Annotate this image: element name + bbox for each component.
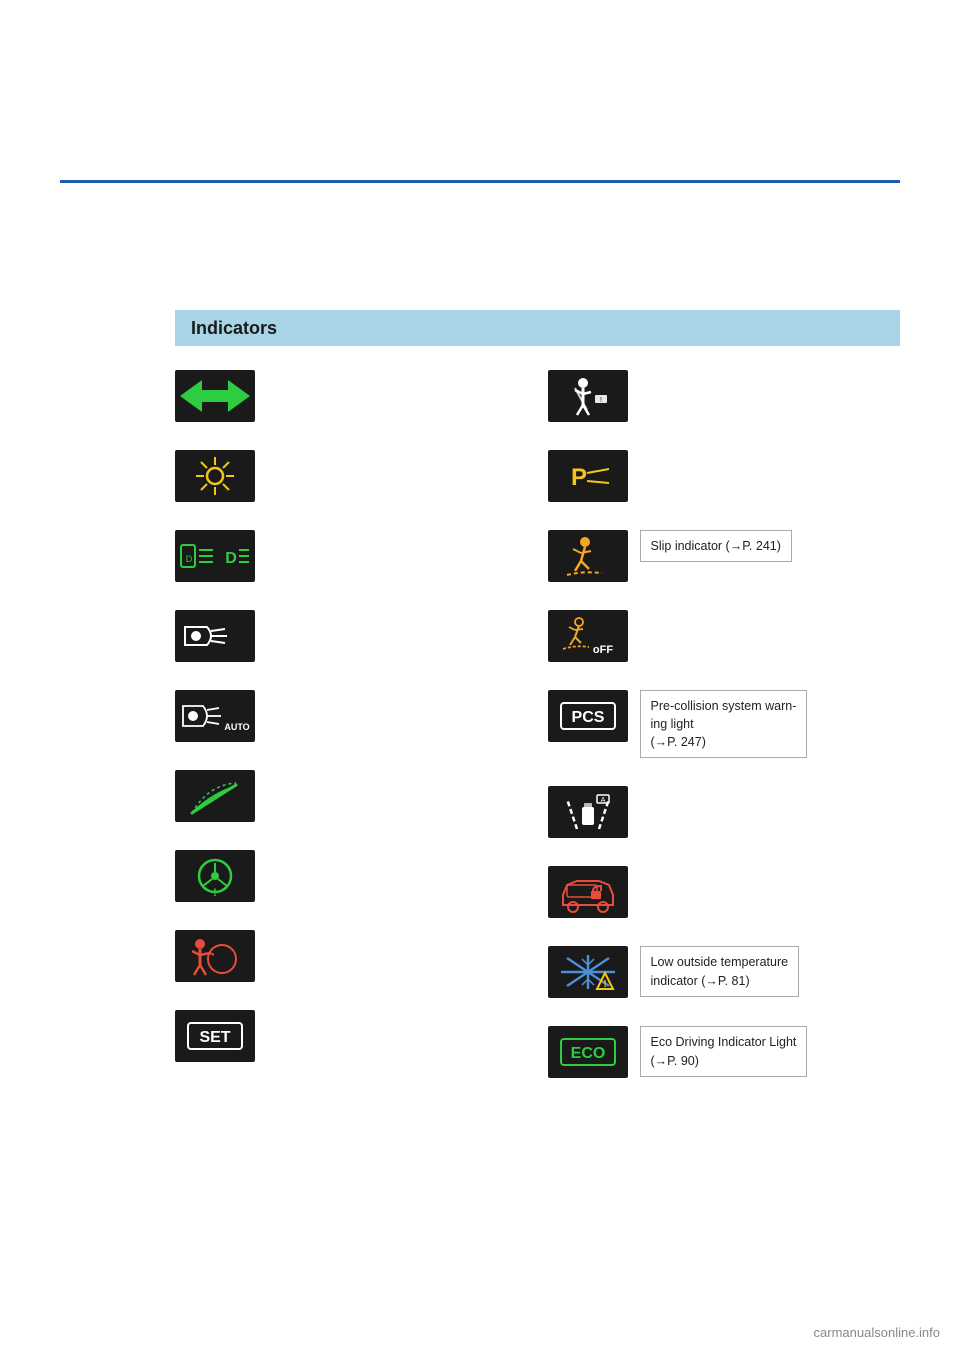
svg-text:D: D [225, 550, 237, 567]
vsc-off-icon: oFF [548, 610, 628, 662]
list-item: SET [175, 1010, 528, 1062]
indicators-title: Indicators [191, 318, 277, 339]
eco-icon: ECO [548, 1026, 628, 1078]
svg-text:P: P [570, 464, 586, 491]
seatbelt-icon: ! [548, 370, 628, 422]
watermark: carmanualsonline.info [814, 1325, 940, 1340]
svg-text:AUTO: AUTO [224, 722, 249, 732]
list-item: ! [548, 370, 901, 422]
list-item: P [548, 450, 901, 502]
eco-callout: Eco Driving Indicator Light(→P. 90) [640, 1026, 808, 1076]
turn-signals-icon [175, 370, 255, 422]
list-item [175, 450, 528, 502]
left-column: D D [175, 370, 528, 1078]
list-item [175, 610, 528, 662]
list-item [175, 370, 528, 422]
set-icon: SET [175, 1010, 255, 1062]
svg-text:ECO: ECO [570, 1045, 605, 1062]
list-item: Slip indicator (→P. 241) [548, 530, 901, 582]
list-item [548, 866, 901, 918]
lane-assist-icon: A [548, 786, 628, 838]
indicators-header: Indicators [175, 310, 900, 346]
list-item [175, 930, 528, 982]
power-steering-icon: ! [175, 850, 255, 902]
top-blue-line [60, 180, 900, 183]
parking-brake-icon: P [548, 450, 628, 502]
slip-indicator-icon [548, 530, 628, 582]
auto-headlight-icon: AUTO [175, 690, 255, 742]
svg-text:!: ! [213, 887, 217, 897]
list-item [175, 770, 528, 822]
drl-icon: D D [175, 530, 255, 582]
svg-text:SET: SET [199, 1029, 230, 1046]
svg-text:D: D [186, 554, 193, 564]
svg-text:!: ! [600, 397, 602, 404]
svg-text:A: A [600, 797, 605, 804]
airbag-icon [175, 930, 255, 982]
list-item: ! Low outside temperatureindicator (→P. … [548, 946, 901, 998]
list-item: D D [175, 530, 528, 582]
list-item: ! [175, 850, 528, 902]
snowflake-icon: ! [548, 946, 628, 998]
svg-text:PCS: PCS [571, 709, 604, 726]
slip-callout: Slip indicator (→P. 241) [640, 530, 792, 562]
list-item: A [548, 786, 901, 838]
wiper-icon [175, 770, 255, 822]
snowflake-callout: Low outside temperatureindicator (→P. 81… [640, 946, 800, 996]
car-lock-icon [548, 866, 628, 918]
pcs-icon: PCS [548, 690, 628, 742]
page: Indicators [0, 0, 960, 1358]
list-item: AUTO [175, 690, 528, 742]
headlight-icon [175, 610, 255, 662]
svg-text:oFF: oFF [592, 644, 612, 656]
light-icon [175, 450, 255, 502]
list-item: PCS Pre-collision system warn-ing light(… [548, 690, 901, 758]
indicators-grid: D D [175, 370, 900, 1078]
list-item: oFF [548, 610, 901, 662]
svg-text:!: ! [603, 979, 606, 990]
pcs-callout: Pre-collision system warn-ing light(→P. … [640, 690, 808, 758]
right-column: ! P [548, 370, 901, 1078]
list-item: ECO Eco Driving Indicator Light(→P. 90) [548, 1026, 901, 1078]
